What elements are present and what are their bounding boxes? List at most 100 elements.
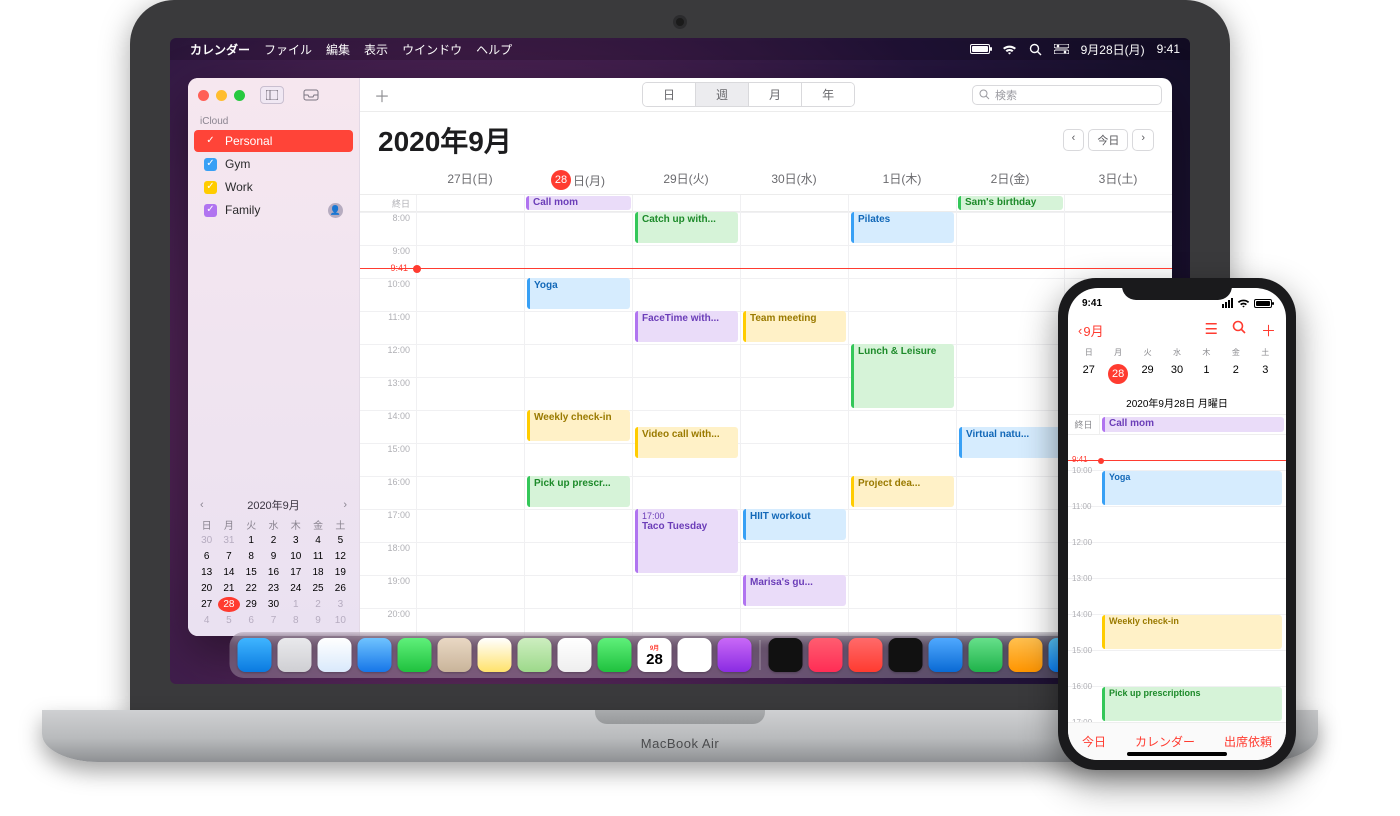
calendar-event[interactable]: Video call with... (635, 427, 738, 458)
mini-cal-day[interactable]: 12 (330, 549, 351, 564)
menubar-view[interactable]: 表示 (364, 41, 388, 58)
mini-cal-next[interactable]: › (339, 499, 351, 511)
dock-app-launchpad[interactable] (278, 638, 312, 672)
mini-cal-day[interactable]: 19 (330, 565, 351, 580)
menubar-file[interactable]: ファイル (264, 41, 312, 58)
mini-cal-day[interactable]: 28 (218, 597, 239, 612)
dock-app-facetime[interactable] (598, 638, 632, 672)
search-icon[interactable] (1232, 320, 1247, 335)
mini-cal-day[interactable]: 11 (307, 549, 328, 564)
mini-cal-day[interactable]: 15 (241, 565, 262, 580)
mini-cal-day[interactable]: 6 (196, 549, 217, 564)
sidebar-calendar-item[interactable]: ✓Gym (194, 153, 353, 175)
iphone-day[interactable]: 1 (1192, 361, 1221, 387)
add-button[interactable]: ＋ (1261, 320, 1276, 341)
mini-cal-day[interactable]: 4 (196, 613, 217, 628)
calendar-event[interactable]: FaceTime with... (635, 311, 738, 342)
mini-cal-day[interactable]: 1 (241, 533, 262, 548)
calendar-event[interactable]: Weekly check-in (527, 410, 630, 441)
day-column[interactable]: PilatesLunch & LeisureProject dea... (848, 212, 956, 636)
menubar-window[interactable]: ウインドウ (402, 41, 462, 58)
calendar-event[interactable]: 17:00Taco Tuesday (635, 509, 738, 573)
day-column[interactable] (416, 212, 524, 636)
mini-cal-day[interactable]: 24 (285, 581, 306, 596)
mini-cal-day[interactable]: 9 (263, 549, 284, 564)
mini-cal-day[interactable]: 8 (241, 549, 262, 564)
allday-event[interactable]: Sam's birthday (958, 196, 1063, 210)
iphone-today-button[interactable]: 今日 (1082, 733, 1106, 750)
day-header[interactable]: 29日(火) (632, 170, 740, 190)
calendar-event[interactable]: Catch up with... (635, 212, 738, 243)
dock-app-pages[interactable] (1009, 638, 1043, 672)
mini-cal-day[interactable]: 31 (218, 533, 239, 548)
mini-cal-day[interactable]: 25 (307, 581, 328, 596)
mini-cal-day[interactable]: 2 (263, 533, 284, 548)
menubar-date[interactable]: 9月28日(月) (1081, 41, 1145, 58)
mini-cal-prev[interactable]: ‹ (196, 499, 208, 511)
allday-event[interactable]: Call mom (526, 196, 631, 210)
traffic-light-close[interactable] (198, 90, 209, 101)
iphone-day[interactable]: 2 (1221, 361, 1250, 387)
calendar-event[interactable]: Project dea... (851, 476, 954, 507)
mini-cal-day[interactable]: 3 (285, 533, 306, 548)
home-indicator[interactable] (1127, 752, 1227, 756)
iphone-allday-event[interactable]: Call mom (1102, 417, 1284, 432)
day-column[interactable]: YogaWeekly check-inPick up prescr... (524, 212, 632, 636)
wifi-icon[interactable] (1002, 44, 1017, 55)
sidebar-toggle-icon[interactable] (260, 86, 284, 104)
mini-cal-day[interactable]: 16 (263, 565, 284, 580)
mini-cal-day[interactable]: 26 (330, 581, 351, 596)
mini-cal-day[interactable]: 3 (330, 597, 351, 612)
next-week-button[interactable]: › (1132, 129, 1154, 151)
iphone-day-grid[interactable]: 9:4110:0011:0012:0013:0014:0015:0016:001… (1068, 435, 1286, 759)
mini-cal-day[interactable]: 7 (263, 613, 284, 628)
dock-app-finder[interactable] (238, 638, 272, 672)
mini-cal-day[interactable]: 8 (285, 613, 306, 628)
day-header[interactable]: 3日(土) (1064, 170, 1172, 190)
week-grid[interactable]: 8:009:0010:0011:0012:0013:0014:0015:0016… (360, 212, 1172, 636)
today-button[interactable]: 今日 (1088, 129, 1128, 151)
mini-cal-day[interactable]: 4 (307, 533, 328, 548)
mini-cal-day[interactable]: 1 (285, 597, 306, 612)
search-field[interactable]: 検索 (972, 85, 1162, 105)
iphone-day[interactable]: 27 (1074, 361, 1103, 387)
view-segment[interactable]: 年 (802, 83, 854, 106)
day-header[interactable]: 28日(月) (524, 170, 632, 190)
mini-cal-day[interactable]: 27 (196, 597, 217, 612)
dock-app-stocks[interactable] (889, 638, 923, 672)
calendar-event[interactable]: Pilates (851, 212, 954, 243)
calendar-event[interactable]: Virtual natu... (959, 427, 1062, 458)
dock-app-news[interactable] (849, 638, 883, 672)
iphone-day[interactable]: 30 (1162, 361, 1191, 387)
mini-cal-day[interactable]: 30 (263, 597, 284, 612)
control-center-icon[interactable] (1054, 44, 1069, 54)
mini-cal-day[interactable]: 10 (285, 549, 306, 564)
dock-app-calendar[interactable]: 9月28 (638, 638, 672, 672)
mini-cal-day[interactable]: 7 (218, 549, 239, 564)
sidebar-calendar-item[interactable]: ✓Personal (194, 130, 353, 152)
iphone-inbox-button[interactable]: 出席依頼 (1224, 733, 1272, 750)
mini-cal-day[interactable]: 9 (307, 613, 328, 628)
dock-app-notes[interactable] (478, 638, 512, 672)
mini-cal-day[interactable]: 13 (196, 565, 217, 580)
iphone-event[interactable]: Yoga (1102, 471, 1282, 505)
mini-cal-day[interactable]: 2 (307, 597, 328, 612)
calendar-event[interactable]: Yoga (527, 278, 630, 309)
day-column[interactable]: Virtual natu... (956, 212, 1064, 636)
iphone-event[interactable]: Pick up prescriptions (1102, 687, 1282, 721)
mini-cal-day[interactable]: 30 (196, 533, 217, 548)
mini-cal-day[interactable]: 18 (307, 565, 328, 580)
dock-app-messages[interactable] (398, 638, 432, 672)
day-column[interactable]: Team meetingHIIT workoutMarisa's gu... (740, 212, 848, 636)
calendar-event[interactable]: Team meeting (743, 311, 846, 342)
iphone-day[interactable]: 28 (1103, 361, 1132, 387)
view-segment[interactable]: 週 (696, 83, 749, 106)
dock-app-reminders[interactable] (678, 638, 712, 672)
dock-app-mail[interactable] (358, 638, 392, 672)
day-header[interactable]: 2日(金) (956, 170, 1064, 190)
dock-app-photos[interactable] (558, 638, 592, 672)
inbox-icon[interactable] (299, 86, 323, 104)
calendar-event[interactable]: HIIT workout (743, 509, 846, 540)
day-header[interactable]: 27日(日) (416, 170, 524, 190)
dock-app-tv[interactable] (769, 638, 803, 672)
